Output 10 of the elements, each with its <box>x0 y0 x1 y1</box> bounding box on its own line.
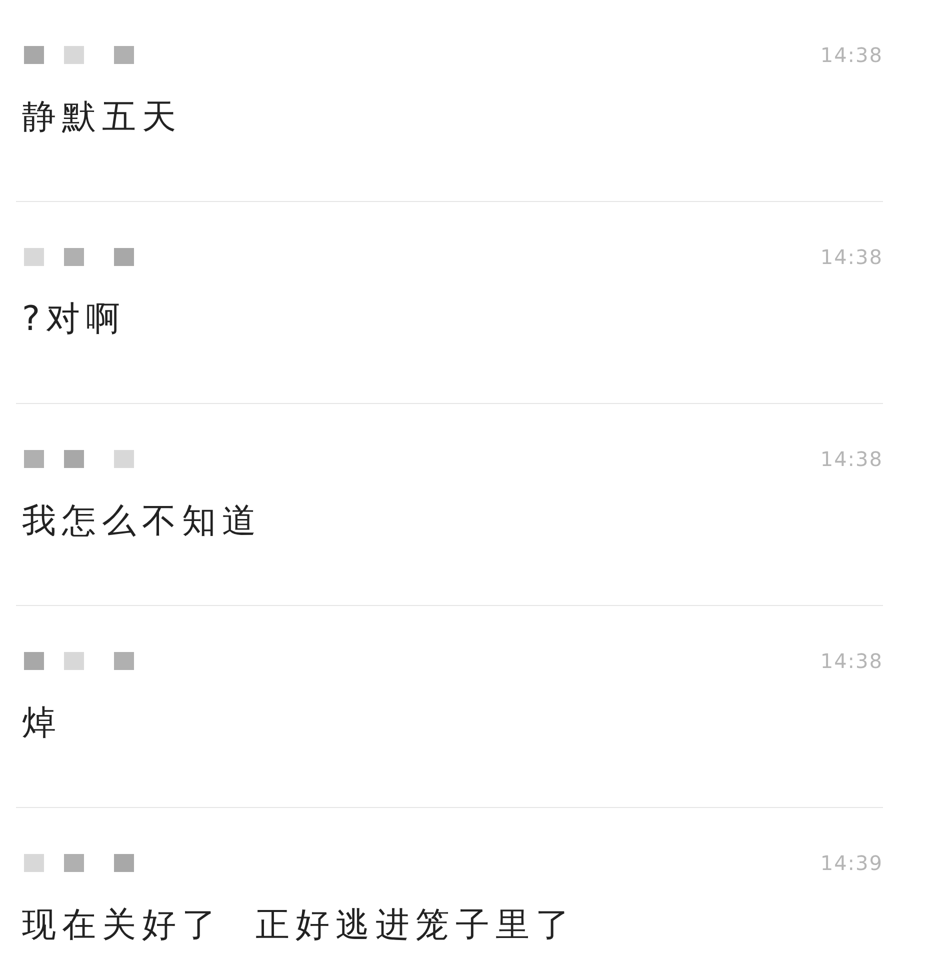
message-text: 焯 <box>22 703 62 743</box>
message-text: 我怎么不知道 <box>22 501 262 541</box>
message-time: 14:38 <box>820 648 883 675</box>
message-text: 静默五天 <box>22 97 182 137</box>
message-time: 14:39 <box>820 850 883 877</box>
message-time: 14:38 <box>820 244 883 271</box>
message-text: ?对啊 <box>22 299 126 339</box>
message-time: 14:38 <box>820 446 883 473</box>
message-text: 现在关好了 正好逃进笼子里了 <box>22 905 576 945</box>
message-time: 14:38 <box>820 42 883 69</box>
